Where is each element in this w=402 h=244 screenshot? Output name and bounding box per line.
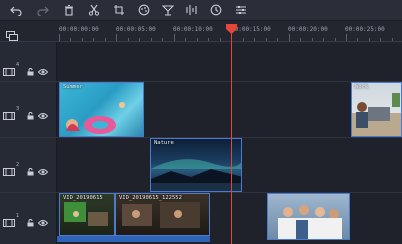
ruler-tick — [93, 38, 94, 41]
track-lane-4[interactable] — [57, 43, 402, 82]
video-clip-friends[interactable] — [267, 193, 350, 240]
video-clip-summer[interactable]: Summer — [59, 82, 144, 137]
track-header-1: 1 — [0, 211, 57, 227]
ruler-label: 00:00:20:00 — [288, 26, 328, 33]
ruler-tick — [289, 34, 290, 41]
eye-icon[interactable] — [37, 212, 49, 226]
color-icon[interactable] — [137, 3, 151, 17]
add-track-icon[interactable] — [6, 26, 18, 41]
track-header-3: 3 — [0, 104, 57, 120]
ruler-tick — [70, 38, 71, 41]
ruler-tick — [346, 34, 347, 41]
track-number: 1 — [16, 213, 20, 219]
ruler-tick — [357, 38, 358, 41]
crop-icon[interactable] — [112, 3, 126, 17]
video-clip-vid-2[interactable]: VID_20190615_122552 — [115, 193, 210, 236]
track-number: 4 — [16, 62, 20, 68]
playhead-handle[interactable] — [226, 19, 237, 34]
ruler-tick — [105, 38, 106, 41]
ruler-tick — [300, 38, 301, 41]
ruler-tick — [277, 38, 278, 41]
timeline-editor: 00:00:00:00 00:00:05:00 00:00:10:00 00:0… — [0, 0, 402, 244]
clip-thumbnail — [278, 205, 342, 239]
ruler-tick — [59, 34, 60, 41]
time-ruler[interactable]: 00:00:00:00 00:00:05:00 00:00:10:00 00:0… — [0, 21, 402, 42]
ruler-tick — [266, 38, 267, 41]
ruler-tick — [139, 38, 140, 41]
cut-icon[interactable] — [87, 3, 101, 17]
eye-icon[interactable] — [37, 61, 49, 75]
speed-icon[interactable] — [161, 3, 175, 17]
eye-icon[interactable] — [37, 105, 49, 119]
lock-icon[interactable] — [27, 105, 34, 120]
video-track-icon — [3, 61, 15, 76]
clip-thumbnail — [151, 159, 241, 191]
ruler-tick — [323, 38, 324, 41]
ruler-label: 00:00:10:00 — [173, 26, 213, 33]
ruler-label: 00:00:25:00 — [345, 26, 385, 33]
lock-icon[interactable] — [27, 61, 34, 76]
track-number: 2 — [16, 162, 20, 168]
clip-title: Nature — [154, 140, 174, 146]
clip-title: Work — [355, 84, 369, 90]
delete-icon[interactable] — [62, 3, 76, 17]
clip-title: VID_20190615_122552 — [119, 195, 182, 201]
ruler-tick — [128, 38, 129, 41]
ruler-tick — [151, 38, 152, 41]
ruler-tick — [208, 38, 209, 41]
video-clip-vid-1[interactable]: VID_20190615 — [59, 193, 115, 236]
clip-thumbnail — [66, 102, 125, 134]
track-header-2: 2 — [0, 160, 57, 176]
undo-icon[interactable] — [9, 3, 23, 17]
ruler-tick — [254, 38, 255, 41]
ruler-tick — [220, 38, 221, 41]
selection-bar — [57, 236, 210, 242]
video-clip-work[interactable]: Work — [351, 82, 402, 137]
video-track-icon — [3, 212, 15, 227]
audio-icon[interactable] — [185, 3, 199, 17]
ruler-tick — [392, 38, 393, 41]
ruler-tick — [162, 38, 163, 41]
video-clip-nature[interactable]: Nature — [150, 138, 242, 192]
video-track-icon — [3, 105, 15, 120]
video-track-icon — [3, 161, 15, 176]
ruler-tick — [369, 38, 370, 41]
ruler-tick — [82, 38, 83, 41]
lock-icon[interactable] — [27, 161, 34, 176]
clock-icon[interactable] — [209, 3, 223, 17]
ruler-tick — [116, 34, 117, 41]
clip-title: Summer — [63, 84, 83, 90]
track-header-4: 4 — [0, 60, 57, 76]
playhead-line[interactable] — [231, 27, 232, 244]
ruler-tick — [174, 34, 175, 41]
eye-icon[interactable] — [37, 161, 49, 175]
clip-thumbnail — [352, 93, 401, 136]
timeline-toolbar — [0, 0, 402, 21]
track-number: 3 — [16, 106, 20, 112]
clip-title: VID_20190615 — [63, 195, 103, 201]
ruler-tick — [312, 38, 313, 41]
ruler-label: 00:00:05:00 — [116, 26, 156, 33]
lock-icon[interactable] — [27, 212, 34, 227]
ruler-tick — [335, 38, 336, 41]
ruler-tick — [185, 38, 186, 41]
adjust-icon[interactable] — [234, 3, 248, 17]
ruler-label: 00:00:00:00 — [59, 26, 99, 33]
redo-icon[interactable] — [36, 3, 50, 17]
ruler-tick — [197, 38, 198, 41]
ruler-tick — [380, 38, 381, 41]
ruler-tick — [243, 38, 244, 41]
